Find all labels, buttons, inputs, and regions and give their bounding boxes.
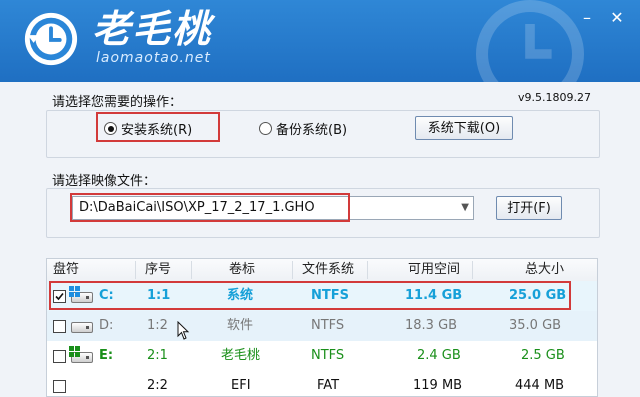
col-label[interactable]: 卷标 <box>229 259 255 281</box>
row-total: 2.5 GB <box>521 348 565 363</box>
operation-prompt: 请选择您需要的操作： <box>52 95 183 110</box>
col-free[interactable]: 可用空间 <box>408 259 460 281</box>
row-fs: NTFS <box>311 348 345 363</box>
row-index: 2:2 <box>147 378 168 393</box>
image-file-select[interactable]: D:\DaBaiCai\ISO\XP_17_2_17_1.GHO ▼ <box>72 196 474 220</box>
close-button[interactable]: ✕ <box>604 8 630 28</box>
open-file-button[interactable]: 打开(F) <box>496 196 562 220</box>
table-row[interactable]: 2:2 EFI FAT 119 MB 444 MB <box>47 371 597 396</box>
row-drive: D: <box>99 318 114 333</box>
chevron-down-icon[interactable]: ▼ <box>461 197 469 219</box>
col-total[interactable]: 总大小 <box>525 259 564 281</box>
app-header: 老毛桃 laomaotao.net – ✕ <box>0 0 640 82</box>
image-file-prompt: 请选择映像文件： <box>52 174 157 189</box>
windows-logo-icon <box>69 346 80 357</box>
row-total: 35.0 GB <box>509 318 562 333</box>
disk-icon <box>71 322 93 333</box>
row-checkbox[interactable] <box>53 320 66 333</box>
row-fs: FAT <box>317 378 340 393</box>
brand-url: laomaotao.net <box>96 50 211 66</box>
row-label: 系统 <box>227 288 254 303</box>
image-file-value: D:\DaBaiCai\ISO\XP_17_2_17_1.GHO <box>79 200 315 215</box>
row-drive: E: <box>99 348 114 363</box>
row-fs: NTFS <box>311 288 349 303</box>
mouse-cursor-icon <box>177 321 190 340</box>
brand-title: 老毛桃 <box>92 6 213 51</box>
row-free: 11.4 GB <box>405 288 463 303</box>
minimize-button[interactable]: – <box>574 8 600 28</box>
backup-radio[interactable] <box>259 122 272 135</box>
install-radio[interactable] <box>104 122 117 135</box>
table-row[interactable]: C: 1:1 系统 NTFS 11.4 GB 25.0 GB <box>47 281 597 311</box>
table-row[interactable]: E: 2:1 老毛桃 NTFS 2.4 GB 2.5 GB <box>47 341 597 371</box>
table-header: 盘符 序号 卷标 文件系统 可用空间 总大小 <box>47 259 597 282</box>
windows-logo-icon <box>69 286 80 297</box>
row-label: EFI <box>231 378 251 393</box>
row-checkbox[interactable] <box>53 380 66 393</box>
install-radio-label[interactable]: 安装系统(R) <box>121 119 192 138</box>
table-row[interactable]: D: 1:2 软件 NTFS 18.3 GB 35.0 GB <box>47 311 597 341</box>
row-index: 1:2 <box>147 318 168 333</box>
row-fs: NTFS <box>311 318 345 333</box>
row-total: 444 MB <box>515 378 565 393</box>
col-drive[interactable]: 盘符 <box>53 259 79 281</box>
row-checkbox[interactable] <box>53 350 66 363</box>
backup-radio-label[interactable]: 备份系统(B) <box>276 119 347 138</box>
partition-table: 盘符 序号 卷标 文件系统 可用空间 总大小 C: 1:1 系统 NTFS 11… <box>46 258 598 397</box>
row-index: 2:1 <box>147 348 168 363</box>
row-label: 老毛桃 <box>221 348 261 363</box>
col-fs[interactable]: 文件系统 <box>302 259 354 281</box>
logo-icon <box>24 12 78 66</box>
row-free: 119 MB <box>413 378 463 393</box>
row-index: 1:1 <box>147 288 171 303</box>
row-checkbox[interactable] <box>53 290 66 303</box>
row-free: 2.4 GB <box>417 348 461 363</box>
col-index[interactable]: 序号 <box>145 259 171 281</box>
background-clock-icon <box>476 0 584 82</box>
row-drive: C: <box>99 288 114 303</box>
row-total: 25.0 GB <box>509 288 567 303</box>
row-label: 软件 <box>227 318 254 333</box>
row-free: 18.3 GB <box>405 318 458 333</box>
version-label: v9.5.1809.27 <box>518 91 591 104</box>
system-download-button[interactable]: 系统下载(O) <box>415 116 513 140</box>
